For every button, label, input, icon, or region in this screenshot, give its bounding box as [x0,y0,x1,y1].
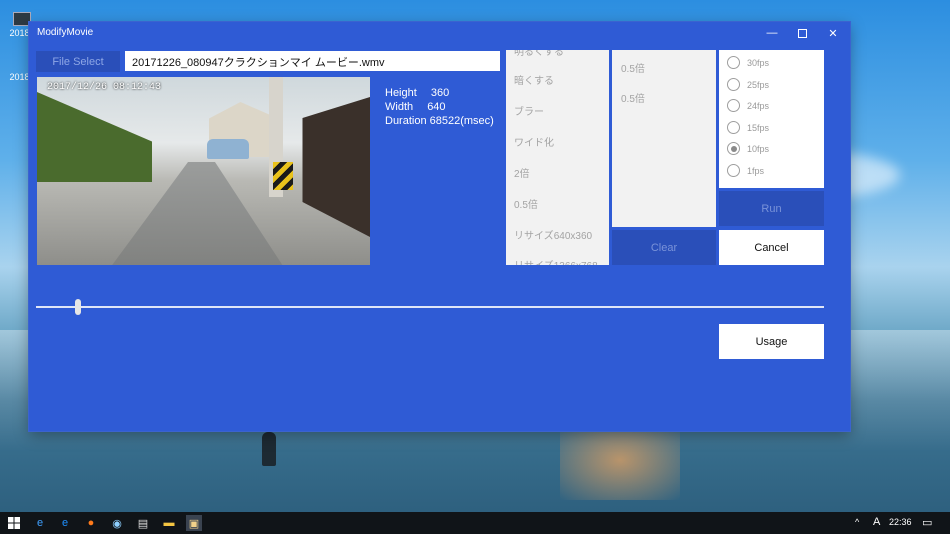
list-item[interactable]: 0.5倍 [514,196,538,211]
fps-option[interactable]: 1fps [727,164,764,177]
effects-list[interactable]: 明るくする 暗くする ブラー ワイド化 2倍 0.5倍 リサイズ640x360 … [506,50,609,265]
width-label: Width [385,101,414,113]
file-select-button[interactable]: File Select [36,51,120,72]
info-width: Width 640 [385,101,446,113]
maximize-icon [797,28,807,38]
video-warning-stripes [273,162,293,190]
tray-chevron-icon[interactable]: ^ [855,517,859,527]
cancel-button[interactable]: Cancel [719,230,824,265]
list-item[interactable]: 明るくする [514,50,564,58]
radio-icon [727,99,740,112]
list-item[interactable]: 0.5倍 [621,90,645,105]
file-explorer-icon[interactable]: ▬ [161,515,177,531]
clear-button[interactable]: Clear [612,230,716,265]
list-item[interactable]: ワイド化 [514,134,554,149]
close-icon: ✕ [828,27,838,40]
notification-icon[interactable]: ▭ [922,516,932,529]
height-label: Height [385,87,417,99]
notepad-icon[interactable]: ▤ [135,515,151,531]
ie-icon[interactable]: e [32,515,48,531]
info-height: Height 360 [385,87,449,99]
video-gate [302,97,370,237]
title-bar[interactable]: ModifyMovie — ✕ [29,22,850,44]
filename-field[interactable]: 20171226_080947クラクションマイ ムービー.wmv [125,51,500,71]
modifymovie-taskbar-icon[interactable]: ▣ [186,515,202,531]
ime-indicator[interactable]: A [873,516,880,528]
video-timestamp: 2017/12/26 08:12:43 [47,82,162,93]
fps-radio-group: 30fps 25fps 24fps 15fps 10fps 1fps [719,50,824,188]
fps-option[interactable]: 10fps [727,142,769,155]
list-item[interactable]: 2倍 [514,165,530,180]
video-preview[interactable]: 2017/12/26 08:12:43 [37,77,370,265]
app-window: ModifyMovie — ✕ File Select 20171226_080… [29,22,850,431]
list-item[interactable]: リサイズ640x360 [514,227,592,242]
minimize-button[interactable]: — [757,22,787,44]
windows-icon [8,517,20,529]
radio-icon [727,56,740,69]
list-item[interactable]: 0.5倍 [621,60,645,75]
maximize-button[interactable] [787,22,817,44]
video-hedge [37,92,152,182]
selected-effects-list[interactable]: 0.5倍 0.5倍 [612,50,716,227]
usage-button[interactable]: Usage [719,324,824,359]
firefox-icon[interactable]: ● [83,515,99,531]
duration-label: Duration [385,115,427,127]
fps-option[interactable]: 24fps [727,99,769,112]
fps-option[interactable]: 30fps [727,56,769,69]
seek-slider-thumb[interactable] [75,299,81,315]
edge-icon[interactable]: e [57,515,73,531]
minimize-icon: — [766,27,778,39]
list-item[interactable]: リサイズ1366x768 [514,257,598,265]
radio-checked-icon [727,142,740,155]
taskbar: e e ● ◉ ▤ ▬ ▣ ^ A 22:36 ▭ [0,512,950,534]
radio-icon [727,78,740,91]
height-value: 360 [430,87,450,99]
info-duration: Duration 68522(msec) [385,115,494,127]
clock[interactable]: 22:36 [889,517,912,527]
video-car [207,139,249,159]
duration-value: 68522(msec) [429,115,494,127]
seek-slider-track[interactable] [36,306,824,308]
fps-option[interactable]: 15fps [727,121,769,134]
radio-icon [727,164,740,177]
close-button[interactable]: ✕ [818,22,848,44]
media-icon[interactable]: ◉ [109,515,125,531]
fps-option[interactable]: 25fps [727,78,769,91]
desktop-sun-reflection [560,420,680,500]
radio-icon [727,121,740,134]
list-item[interactable]: 暗くする [514,72,554,87]
list-item[interactable]: ブラー [514,103,544,118]
desktop-figure [262,432,276,466]
width-value: 640 [427,101,446,113]
run-button[interactable]: Run [719,191,824,226]
start-button[interactable] [6,515,22,531]
window-title: ModifyMovie [37,27,94,38]
